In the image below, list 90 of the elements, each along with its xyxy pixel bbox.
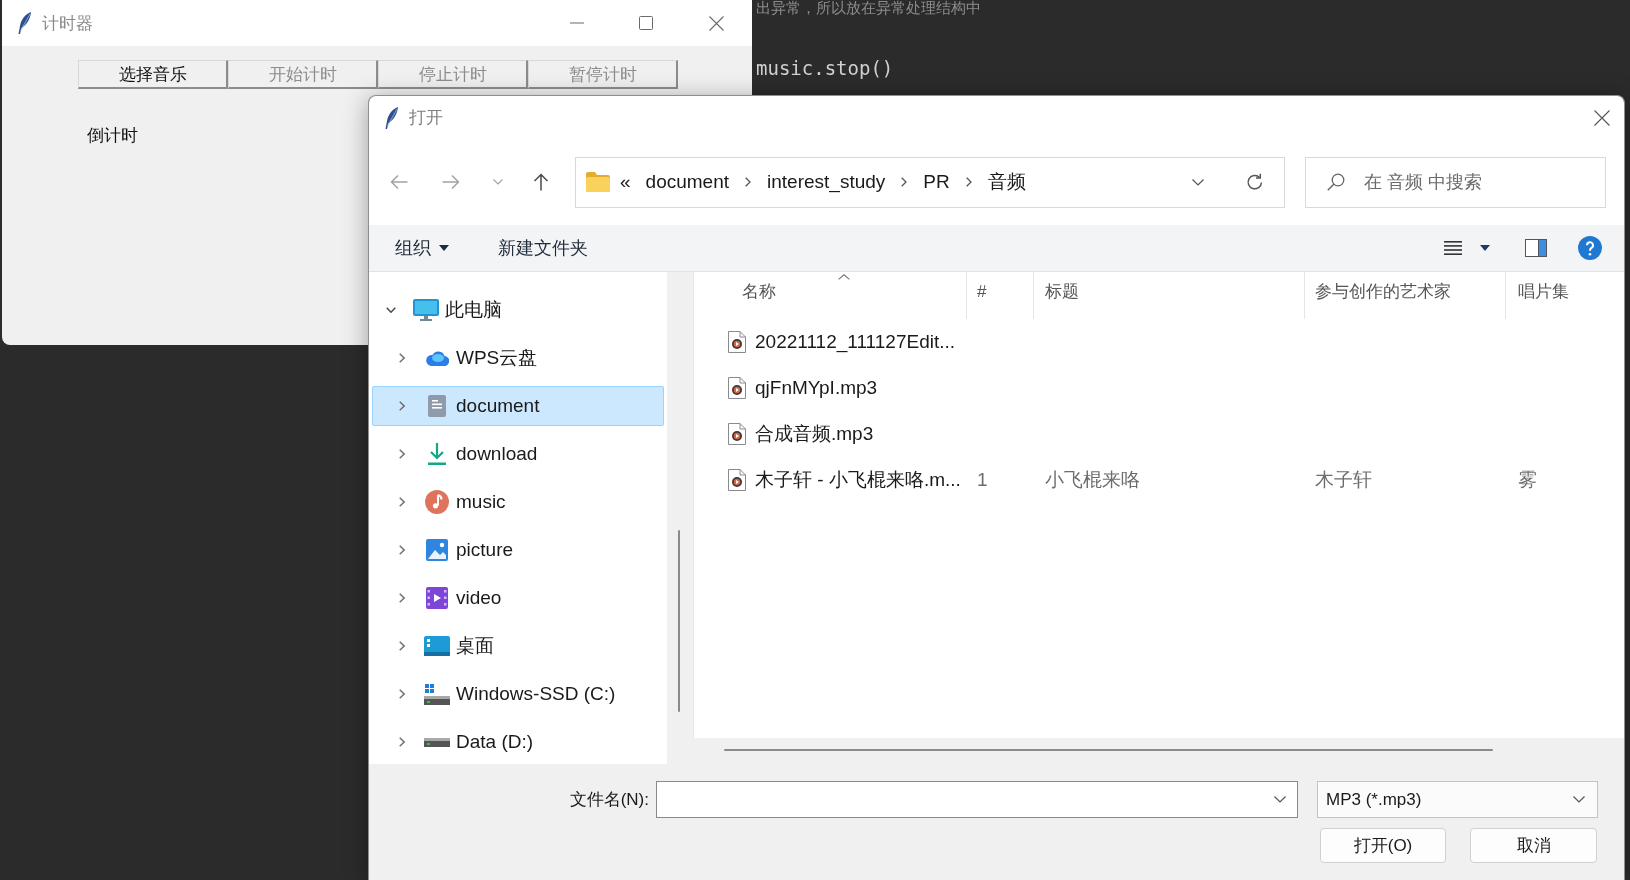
list-view-icon[interactable] <box>1444 241 1462 255</box>
table-cell-text: 雾 <box>1518 468 1537 492</box>
dialog-title: 打开 <box>409 107 443 129</box>
sort-caret-icon <box>838 274 850 280</box>
chevron-right-icon[interactable] <box>399 497 405 507</box>
preview-pane-icon[interactable] <box>1525 239 1547 257</box>
maximize-icon[interactable] <box>639 16 653 30</box>
file-name[interactable]: 合成音频.mp3 <box>755 421 874 447</box>
new-folder-button[interactable]: 新建文件夹 <box>498 236 588 260</box>
drive-icon <box>424 737 450 747</box>
file-type-dropdown[interactable]: MP3 (*.mp3) <box>1317 781 1598 818</box>
tree-item[interactable]: document <box>372 386 664 426</box>
tree-item[interactable]: download <box>372 434 664 474</box>
table-cell: 1 <box>977 469 988 491</box>
music-note-icon <box>425 490 449 514</box>
file-name[interactable]: 20221112_111127Edit... <box>755 331 956 353</box>
filename-field[interactable] <box>656 781 1298 818</box>
chevron-right-icon[interactable] <box>399 545 405 555</box>
countdown-label: 倒计时 <box>87 126 138 146</box>
tree-item[interactable]: music <box>372 482 664 522</box>
audio-file-icon <box>728 377 746 399</box>
breadcrumb-item[interactable]: PR <box>923 171 950 193</box>
refresh-icon[interactable] <box>1246 173 1264 191</box>
cancel-button[interactable]: 取消 <box>1470 828 1597 863</box>
feather-icon <box>385 106 399 129</box>
close-icon[interactable] <box>709 15 724 31</box>
audio-file-icon <box>728 423 746 445</box>
download-icon <box>427 443 447 465</box>
picture-icon <box>426 539 448 561</box>
field-label: 文件名(N): <box>569 789 649 811</box>
chevron-right-icon[interactable] <box>399 449 405 459</box>
chevron-right-icon[interactable] <box>399 593 405 603</box>
chevron-right-icon[interactable] <box>399 737 405 747</box>
table-cell-text: 小飞棍来咯 <box>1045 468 1140 492</box>
up-arrow-icon[interactable] <box>533 173 549 191</box>
video-icon <box>426 587 448 609</box>
caret-down-icon[interactable] <box>1480 245 1490 251</box>
breadcrumb-item[interactable]: interest_study <box>767 171 886 193</box>
address-bar[interactable]: « document interest_study PR 音频 <box>575 156 1285 208</box>
chevron-down-icon <box>1573 796 1585 803</box>
tree-item[interactable]: 桌面 <box>372 626 664 666</box>
chevron-right-icon[interactable] <box>399 401 405 411</box>
tree-item[interactable]: 此电脑 <box>372 290 664 330</box>
system-drive-icon <box>424 683 450 705</box>
scrollbar-thumb[interactable] <box>724 749 1493 751</box>
scrollbar-thumb[interactable] <box>678 530 680 712</box>
search-icon <box>1327 172 1345 191</box>
document-icon <box>428 395 446 417</box>
chevron-right-icon[interactable] <box>399 689 405 699</box>
breadcrumb-item[interactable]: 音频 <box>987 169 1026 195</box>
monitor-icon <box>413 299 439 321</box>
tree-item[interactable]: video <box>372 578 664 618</box>
chevron-right-icon[interactable] <box>901 177 908 187</box>
column-header[interactable]: 名称 <box>694 272 967 319</box>
column-header[interactable]: 唱片集 <box>1506 272 1624 319</box>
tree-item[interactable]: Windows-SSD (C:) <box>372 674 664 714</box>
window-title: 计时器 <box>42 12 93 35</box>
desktop-icon <box>424 636 450 656</box>
open-button[interactable]: 打开(O) <box>1320 828 1446 863</box>
tree-item[interactable]: Data (D:) <box>372 722 664 762</box>
chevron-down-icon[interactable] <box>386 307 396 313</box>
caret-down-icon <box>439 245 449 251</box>
audio-file-icon <box>728 469 746 491</box>
file-name[interactable]: 木子轩 - 小飞棍来咯.m... <box>755 467 961 493</box>
organize-button[interactable]: 组织 <box>395 236 449 260</box>
chevron-down-icon[interactable] <box>1274 796 1286 803</box>
column-header[interactable]: # <box>967 272 1034 319</box>
timer-button[interactable]: 选择音乐 <box>78 60 228 89</box>
column-header[interactable]: 标题 <box>1034 272 1305 319</box>
breadcrumb-overflow[interactable]: « <box>620 171 631 193</box>
folder-icon <box>586 172 610 192</box>
code-line: music.stop() <box>756 56 894 80</box>
chevron-right-icon[interactable] <box>399 641 405 651</box>
table-cell-text: 木子轩 <box>1315 468 1372 492</box>
feather-icon <box>18 12 32 34</box>
audio-file-icon <box>728 331 746 353</box>
tree-item[interactable]: WPS云盘 <box>372 338 664 378</box>
close-icon[interactable] <box>1594 109 1610 126</box>
file-name[interactable]: qjFnMYpI.mp3 <box>755 377 878 399</box>
search-field[interactable]: 在 音频 中搜索 <box>1305 156 1606 208</box>
chevron-right-icon[interactable] <box>965 177 972 187</box>
chevron-down-icon[interactable] <box>1192 178 1204 186</box>
chevron-right-icon[interactable] <box>745 177 752 187</box>
breadcrumb-item[interactable]: document <box>645 171 730 193</box>
chevron-right-icon[interactable] <box>399 353 405 363</box>
cloud-icon <box>425 350 449 366</box>
tree-item[interactable]: picture <box>372 530 664 570</box>
code-line: 出异常，所以放在异常处理结构中 <box>756 0 981 16</box>
help-icon[interactable] <box>1578 236 1602 260</box>
column-header[interactable]: 参与创作的艺术家 <box>1305 272 1506 319</box>
